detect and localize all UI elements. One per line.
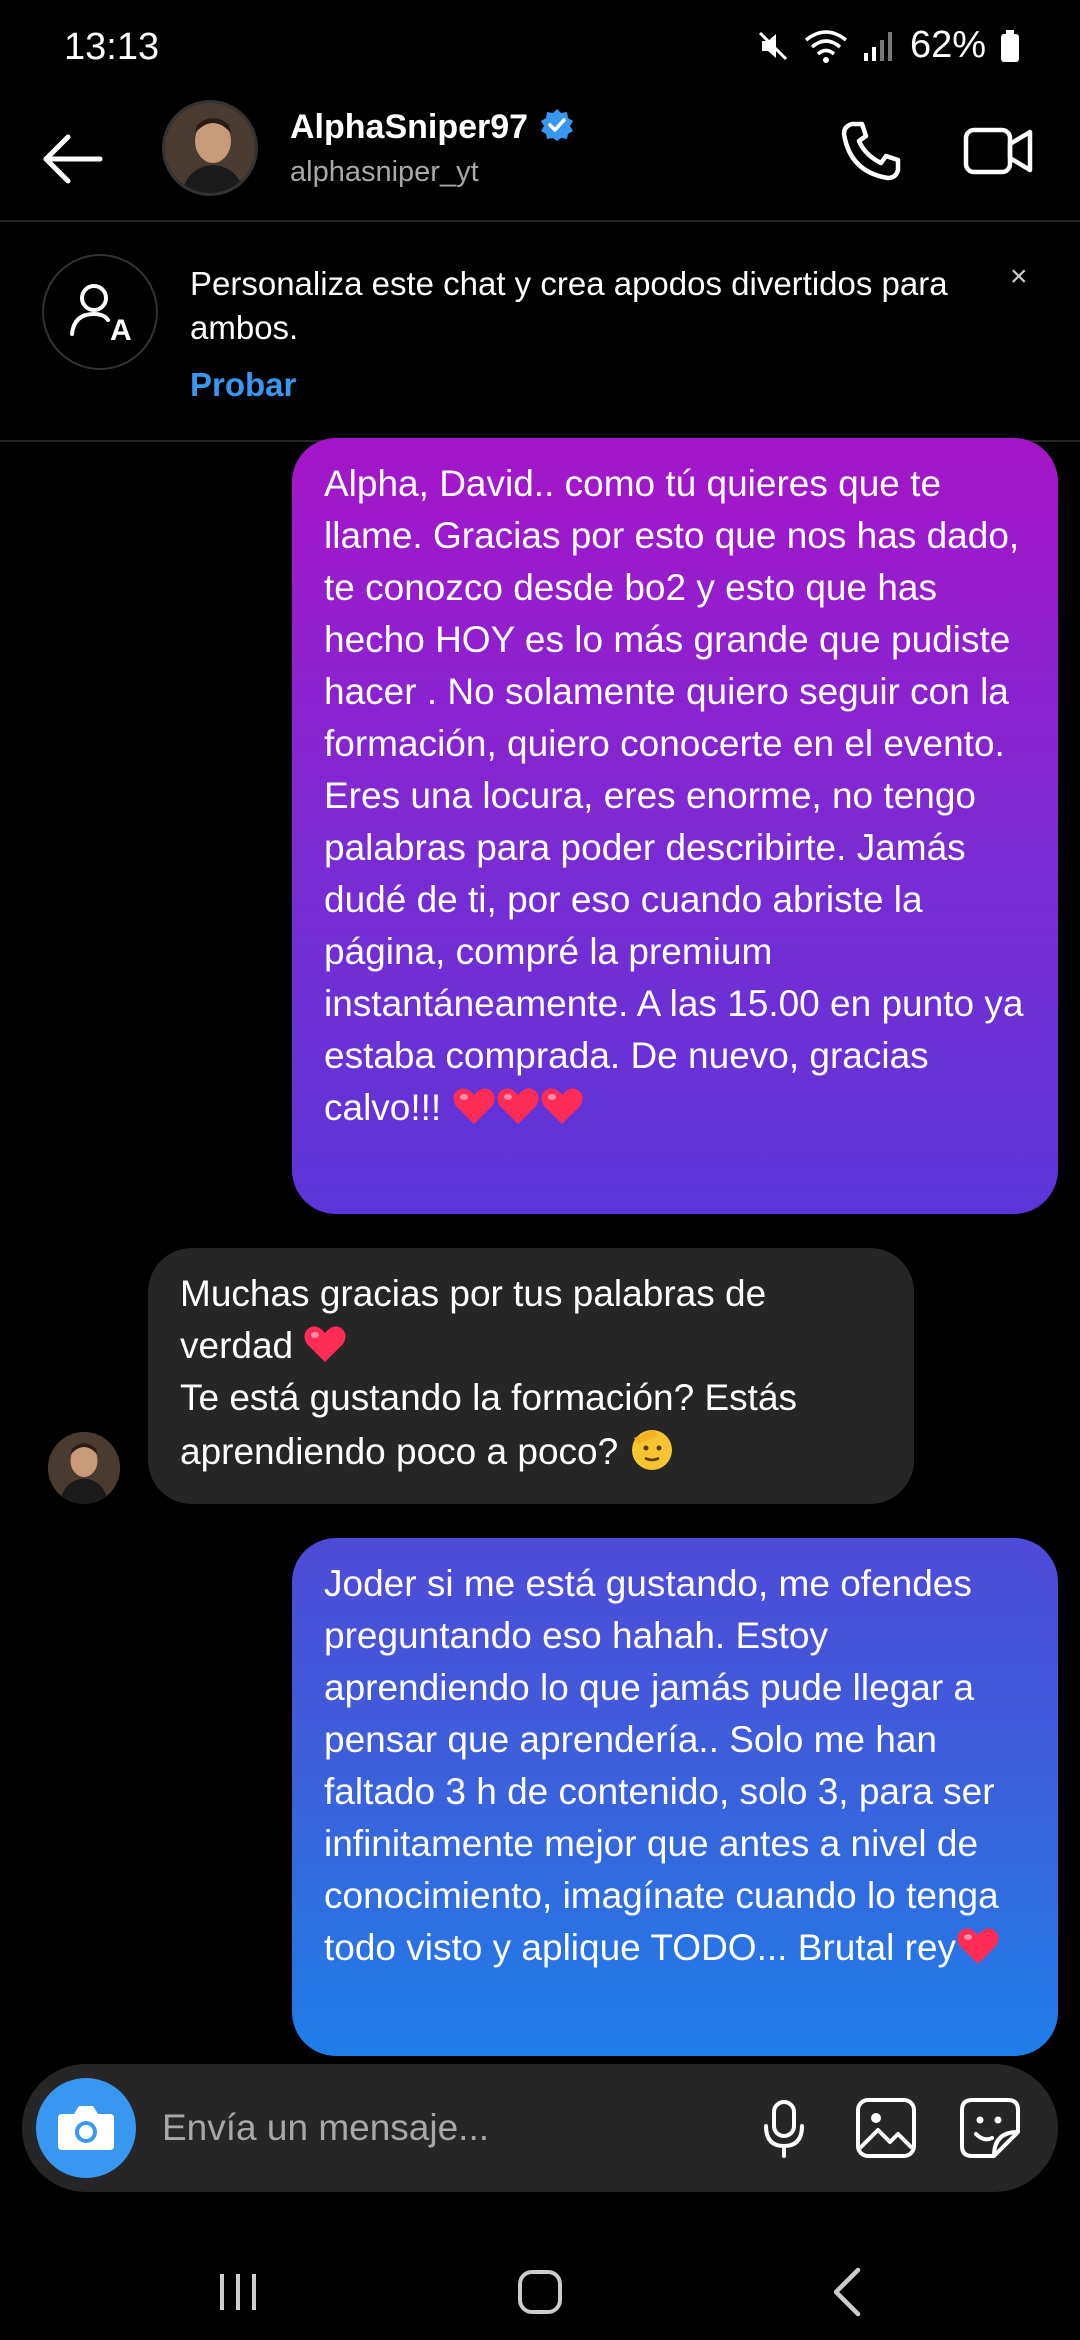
microphone-icon[interactable]: [752, 2096, 816, 2160]
heart-emoji-icon: [303, 1325, 347, 1366]
message-text: Te está gustando la formación? Estás apr…: [180, 1377, 798, 1472]
banner-text: Personaliza este chat y crea apodos dive…: [190, 265, 948, 346]
verified-badge-icon: [540, 108, 574, 147]
sender-avatar[interactable]: [48, 1432, 120, 1504]
avatar[interactable]: [162, 100, 258, 196]
personalize-banner: A Personaliza este chat y crea apodos di…: [0, 222, 1080, 442]
gallery-icon[interactable]: [854, 2096, 918, 2160]
battery-icon: [1000, 29, 1020, 63]
heart-emoji-icon: [956, 1927, 1000, 1968]
status-icons: 62%: [756, 24, 1020, 67]
signal-icon: [862, 29, 896, 63]
message-composer: [22, 2064, 1058, 2192]
system-nav-bar: [0, 2200, 1080, 2340]
saluting-face-icon: [628, 1430, 676, 1472]
back-icon[interactable]: [826, 2266, 866, 2318]
status-bar: 13:13 62%: [0, 0, 1080, 96]
sticker-icon[interactable]: [958, 2096, 1022, 2160]
message-text: Alpha, David.. como tú quieres que te ll…: [324, 463, 1024, 1128]
svg-text:A: A: [110, 314, 132, 347]
home-icon[interactable]: [516, 2268, 564, 2316]
phone-icon[interactable]: [838, 118, 904, 184]
heart-emoji-icon: [496, 1087, 540, 1128]
message-outgoing[interactable]: Joder si me está gustando, me ofendes pr…: [292, 1538, 1058, 2056]
try-button[interactable]: Probar: [190, 366, 296, 404]
close-icon[interactable]: ×: [1010, 260, 1028, 294]
contact-handle: alphasniper_yt: [290, 156, 479, 188]
message-incoming[interactable]: Muchas gracias por tus palabras de verda…: [148, 1248, 914, 1504]
message-text: Joder si me está gustando, me ofendes pr…: [324, 1563, 999, 1968]
camera-icon[interactable]: [36, 2078, 136, 2178]
battery-percent: 62%: [909, 24, 986, 66]
wifi-icon: [804, 28, 848, 64]
message-line: Muchas gracias por tus palabras de verda…: [180, 1268, 882, 1372]
video-camera-icon[interactable]: [962, 118, 1034, 184]
heart-emoji-icon: [452, 1087, 496, 1128]
contact-name[interactable]: AlphaSniper97: [290, 108, 528, 147]
nickname-icon: A: [42, 254, 158, 370]
mute-icon: [756, 29, 790, 63]
status-time: 13:13: [64, 26, 160, 68]
message-input[interactable]: [162, 2100, 722, 2156]
recents-icon[interactable]: [214, 2270, 262, 2314]
message-text: Muchas gracias por tus palabras de verda…: [180, 1273, 767, 1366]
message-outgoing[interactable]: Alpha, David.. como tú quieres que te ll…: [292, 438, 1058, 1214]
message-line: Te está gustando la formación? Estás apr…: [180, 1372, 882, 1478]
chat-header: AlphaSniper97 alphasniper_yt: [0, 96, 1080, 222]
back-arrow-icon[interactable]: [40, 126, 106, 192]
header-name-row[interactable]: AlphaSniper97: [290, 108, 574, 147]
heart-emoji-icon: [540, 1087, 584, 1128]
